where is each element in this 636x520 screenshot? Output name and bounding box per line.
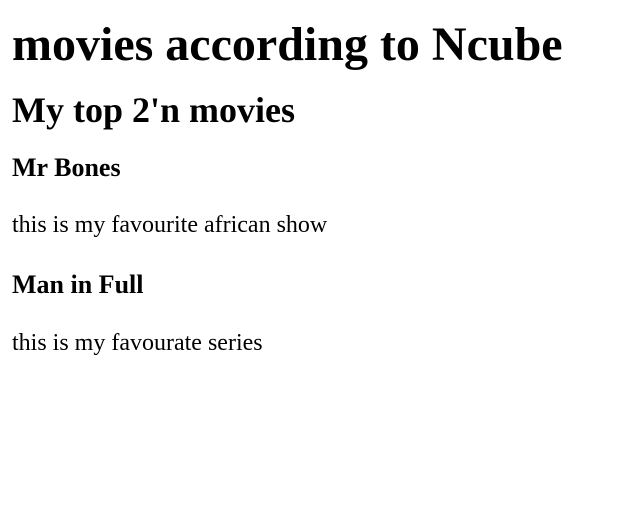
- movie-description: this is my favourite african show: [12, 212, 328, 238]
- movie-description: this is my favourate series: [12, 330, 263, 356]
- page-title: movies according to Ncube: [12, 18, 563, 71]
- movie-title: Man in Full: [12, 270, 144, 299]
- page-subtitle: My top 2'n movies: [12, 90, 295, 130]
- movie-item: Man in Full this is my favourate series: [12, 239, 624, 357]
- movie-title: Mr Bones: [12, 153, 121, 182]
- movie-item: Mr Bones this is my favourite african sh…: [12, 131, 624, 239]
- page-content: movies according to Ncube My top 2'n mov…: [0, 0, 636, 357]
